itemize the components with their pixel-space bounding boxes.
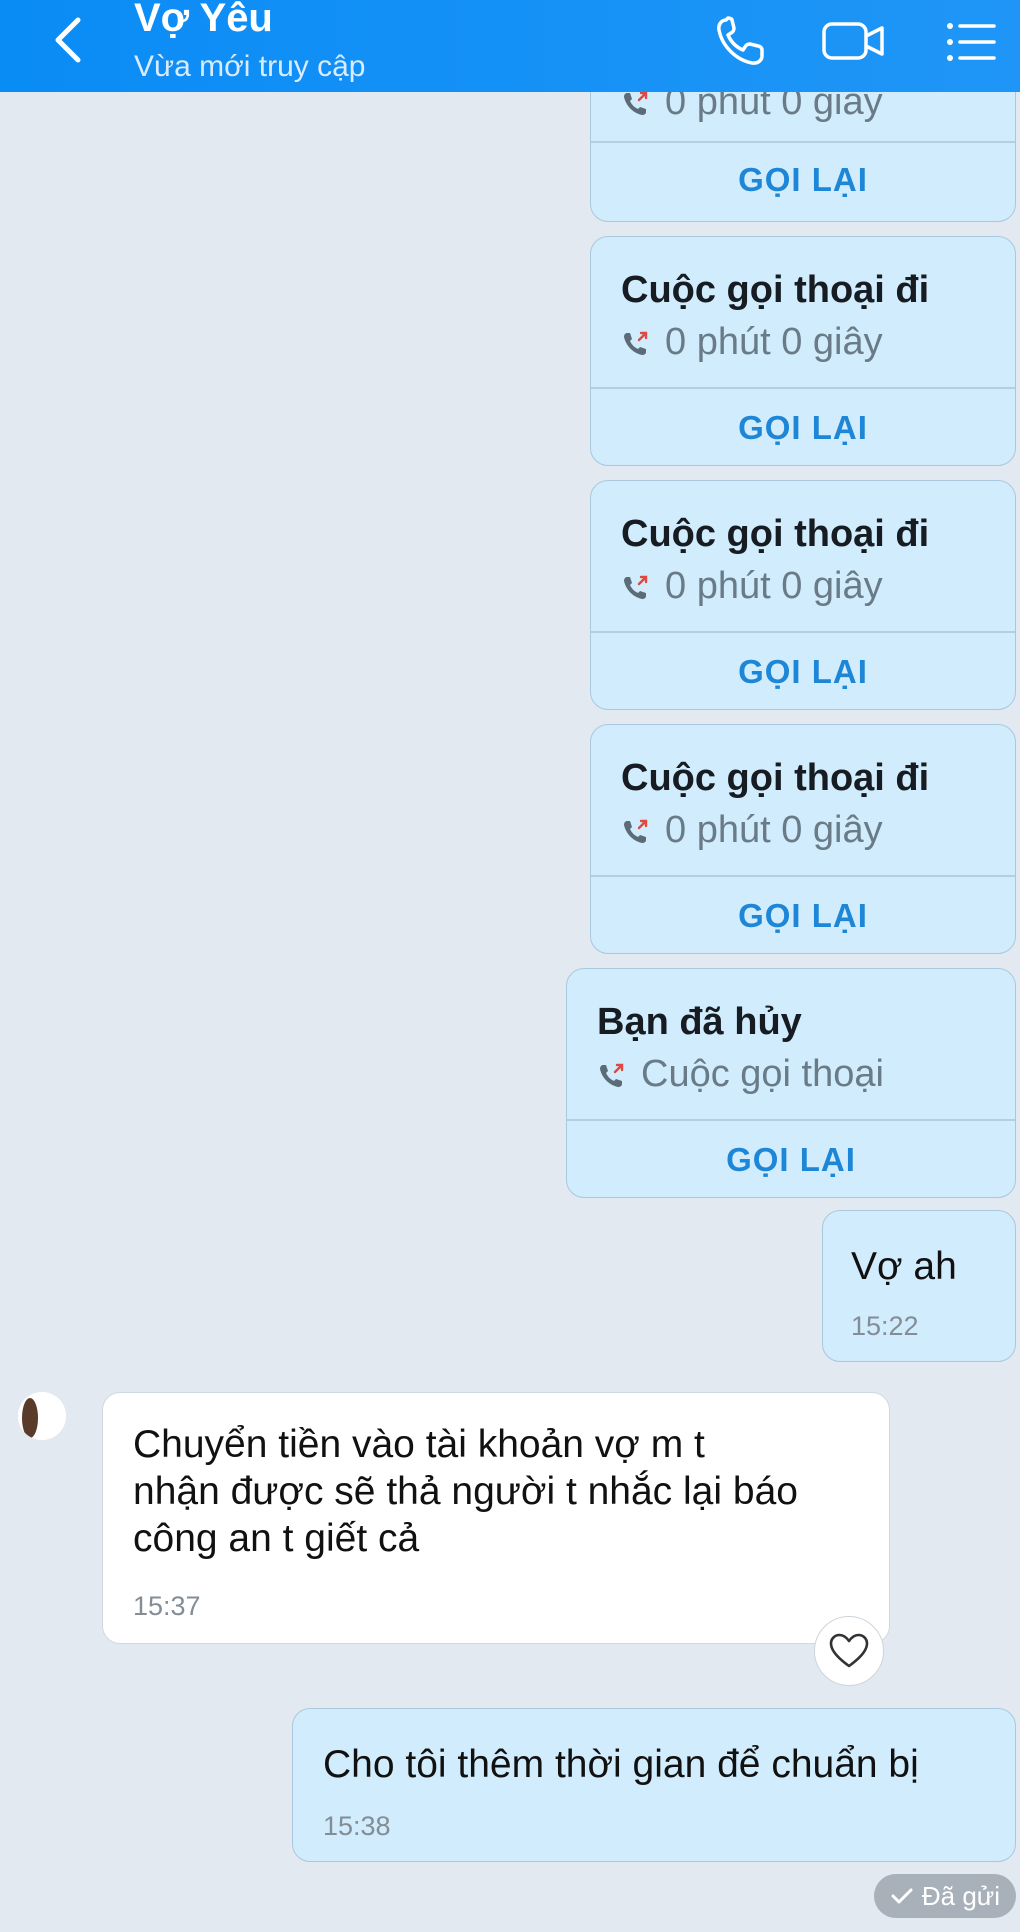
phone-icon: [717, 16, 764, 65]
contact-status: Vừa mới truy cập: [134, 50, 366, 83]
callback-button[interactable]: GỌI LẠI: [591, 161, 1015, 199]
call-type: Cuộc gọi thoại: [641, 1053, 884, 1095]
received-message[interactable]: Chuyển tiền vào tài khoản vợ m t nhận đư…: [102, 1392, 890, 1644]
divider: [591, 631, 1015, 633]
divider: [591, 387, 1015, 389]
outgoing-call-icon: [600, 1063, 624, 1087]
back-button[interactable]: [44, 8, 94, 68]
react-button[interactable]: [814, 1616, 884, 1686]
sent-message[interactable]: Vợ ah 15:22: [822, 1210, 1016, 1362]
avatar[interactable]: [18, 1392, 66, 1440]
outgoing-call-icon: [624, 819, 648, 843]
menu-button[interactable]: [940, 8, 1000, 68]
call-title: Cuộc gọi thoại đi: [621, 513, 930, 555]
video-call-button[interactable]: [820, 8, 890, 68]
message-time: 15:37: [133, 1591, 201, 1621]
list-menu-icon: [947, 23, 996, 61]
callback-button[interactable]: GỌI LẠI: [567, 1141, 1015, 1179]
chevron-left-icon: [55, 17, 81, 63]
divider: [591, 141, 1015, 143]
sent-status-label: Đã gửi: [921, 1880, 1000, 1911]
call-title: Bạn đã hủy: [597, 1001, 802, 1043]
contact-name[interactable]: Vợ Yêu: [134, 0, 273, 41]
heart-icon: [829, 1633, 869, 1668]
outgoing-call-icon: [624, 91, 648, 115]
divider: [591, 875, 1015, 877]
chat-header: Vợ Yêu Vừa mới truy cập: [0, 0, 1020, 92]
call-log-bubble: Cuộc gọi thoại đi 0 phút 0 giây GỌI LẠI: [590, 724, 1016, 954]
call-title: Cuộc gọi thoại đi: [621, 269, 930, 311]
call-title: Cuộc gọi thoại đi: [621, 757, 930, 799]
voice-call-button[interactable]: [706, 8, 778, 68]
message-text: Cho tôi thêm thời gian để chuẩn bị: [323, 1743, 919, 1786]
outgoing-call-icon: [624, 575, 648, 599]
sent-status-badge: Đã gửi: [873, 1874, 1016, 1918]
message-text: Chuyển tiền vào tài khoản vợ m t nhận đư…: [133, 1423, 798, 1560]
sent-message[interactable]: Cho tôi thêm thời gian để chuẩn bị 15:38: [292, 1708, 1016, 1862]
message-time: 15:22: [851, 1311, 919, 1341]
call-log-bubble: Cuộc gọi thoại đi 0 phút 0 giây GỌI LẠI: [590, 480, 1016, 710]
check-icon: [891, 1888, 913, 1904]
callback-button[interactable]: GỌI LẠI: [591, 897, 1015, 935]
call-duration: 0 phút 0 giây: [665, 565, 883, 607]
call-duration: 0 phút 0 giây: [665, 321, 883, 363]
call-log-bubble: Cuộc gọi thoại đi 0 phút 0 giây GỌI LẠI: [590, 236, 1016, 466]
callback-button[interactable]: GỌI LẠI: [591, 409, 1015, 447]
avatar-image: [18, 1392, 66, 1440]
message-text: Vợ ah: [851, 1245, 957, 1288]
divider: [567, 1119, 1015, 1121]
message-time: 15:38: [323, 1811, 391, 1841]
callback-button[interactable]: GỌI LẠI: [591, 653, 1015, 691]
video-camera-icon: [822, 22, 884, 60]
call-duration: 0 phút 0 giây: [665, 809, 883, 851]
outgoing-call-icon: [624, 331, 648, 355]
cancelled-call-bubble: Bạn đã hủy Cuộc gọi thoại GỌI LẠI: [566, 968, 1016, 1198]
